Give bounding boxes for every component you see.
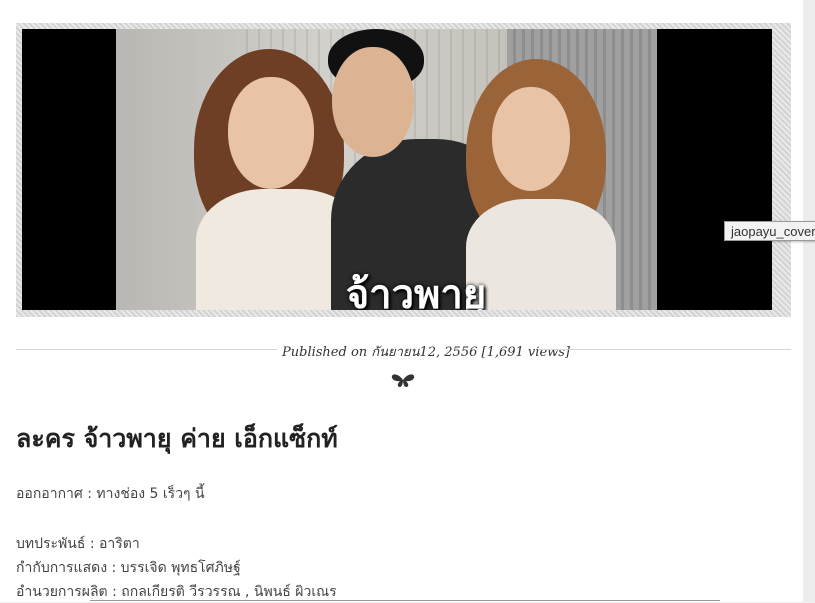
featured-video[interactable]: จ้าวพายุ (22, 29, 772, 310)
view-count: [1,691 views] (481, 345, 571, 360)
bottom-divider (90, 600, 720, 601)
post-title: ละคร จ้าวพายุ ค่าย เอ็กแซ็กท์ (16, 424, 338, 453)
featured-image-frame: จ้าวพายุ (16, 23, 791, 317)
meta-text: Published on กันยายน12, 2556 [1,691 view… (282, 341, 570, 362)
vertical-scrollbar[interactable] (803, 0, 815, 602)
published-label: Published on (282, 345, 368, 360)
meta-divider-right (538, 349, 791, 350)
airing-info: ออกอากาศ : ทางช่อง 5 เร็วๆ นี้ (16, 486, 205, 502)
meta-divider-left (16, 349, 277, 350)
post-meta: Published on กันยายน12, 2556 [1,691 view… (16, 341, 791, 361)
writer-info: บทประพันธ์ : อาริตา (16, 536, 140, 552)
published-date[interactable]: กันยายน12, 2556 (371, 345, 477, 360)
director-info: กำกับการแสดง : บรรเจิด พุทธโศภิษฐ์ (16, 560, 241, 576)
butterfly-ornament-icon (391, 374, 415, 387)
cover-photo: จ้าวพายุ (116, 29, 657, 310)
article-page: จ้าวพายุ Published on กันยายน12, 2556 [1… (0, 0, 803, 602)
image-tooltip: jaopayu_cover (724, 221, 815, 241)
video-caption: จ้าวพายุ (345, 273, 487, 310)
